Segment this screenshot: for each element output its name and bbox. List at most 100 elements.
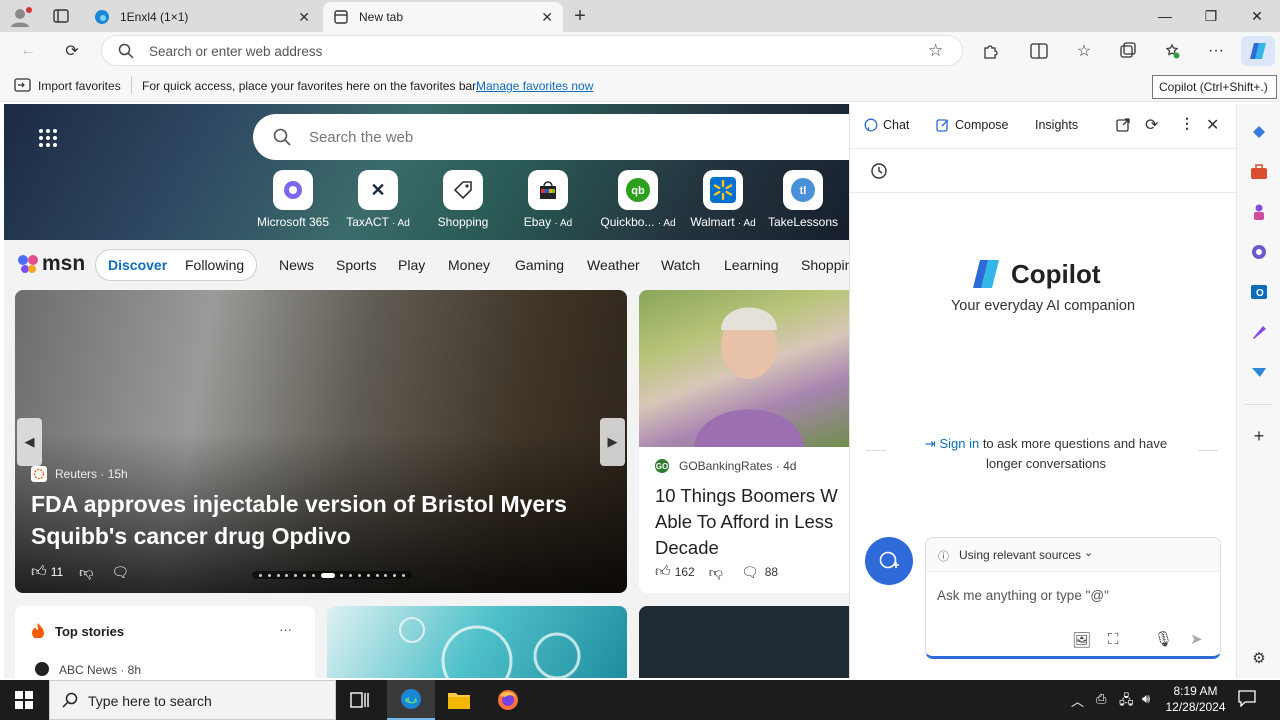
- taskbar-firefox-app[interactable]: [484, 680, 532, 720]
- msn-logo[interactable]: msn: [16, 252, 85, 276]
- designer-sidebar-icon[interactable]: [1249, 322, 1269, 342]
- quick-link-ebay[interactable]: Ebay · Ad: [508, 170, 588, 229]
- favorites-icon[interactable]: ☆: [1070, 37, 1098, 65]
- drop-sidebar-icon[interactable]: [1249, 362, 1269, 382]
- import-favorites-link[interactable]: Import favorites: [38, 79, 121, 93]
- refresh-icon[interactable]: ⟳: [58, 37, 86, 65]
- carousel-pager[interactable]: [252, 571, 412, 579]
- thumbs-down-icon[interactable]: 👎︎: [709, 564, 723, 581]
- refresh-icon[interactable]: ⟳: [1145, 115, 1158, 135]
- carousel-next-icon[interactable]: ▶: [600, 418, 625, 466]
- send-icon[interactable]: ➤: [1190, 630, 1203, 648]
- nav-gaming[interactable]: Gaming: [515, 257, 564, 273]
- quick-link-walmart[interactable]: Walmart · Ad: [678, 170, 768, 229]
- taskbar-file-explorer-app[interactable]: [435, 680, 483, 720]
- quick-link-takelessons[interactable]: tl TakeLessons: [763, 170, 843, 229]
- taskbar-edge-app[interactable]: [387, 680, 435, 720]
- tab-following[interactable]: Following: [185, 257, 244, 273]
- thumbs-down-icon[interactable]: 👎︎: [79, 564, 93, 581]
- minimize-icon[interactable]: —: [1142, 0, 1188, 32]
- close-pane-icon[interactable]: ✕: [1206, 115, 1219, 135]
- volume-icon[interactable]: 🔊︎: [1142, 691, 1150, 707]
- ad-badge: · Ad: [657, 218, 676, 229]
- more-options-icon[interactable]: ⋮: [1180, 115, 1194, 132]
- nav-shopping[interactable]: Shoppin: [801, 257, 849, 273]
- nav-watch[interactable]: Watch: [661, 257, 700, 273]
- top-stories-card: Top stories ··· ABC News · 8h: [15, 606, 315, 678]
- featured-carousel[interactable]: ◀ ▶ Reuters · 15h FDA approves injectabl…: [15, 290, 627, 593]
- network-icon[interactable]: 🖧︎: [1119, 691, 1134, 713]
- tab-actions-icon[interactable]: [50, 6, 72, 26]
- tab-insights[interactable]: Insights: [1035, 118, 1078, 132]
- more-menu-icon[interactable]: ···: [1202, 37, 1230, 65]
- restore-icon[interactable]: ❐: [1188, 0, 1234, 32]
- apps-grid-icon[interactable]: [38, 128, 58, 151]
- sign-in-link[interactable]: Sign in: [939, 436, 979, 451]
- history-icon[interactable]: [870, 162, 888, 183]
- video-tile[interactable]: [639, 606, 849, 678]
- manage-favorites-link[interactable]: Manage favorites now: [476, 79, 593, 93]
- microsoft365-sidebar-icon[interactable]: [1249, 242, 1269, 262]
- new-topic-button[interactable]: [865, 537, 913, 585]
- comment-icon[interactable]: 🗨︎: [111, 564, 129, 581]
- collections-icon[interactable]: [1114, 37, 1142, 65]
- quick-link-quickbooks[interactable]: qb Quickbo... · Ad: [593, 170, 683, 229]
- nav-weather[interactable]: Weather: [587, 257, 640, 273]
- new-tab-plus-icon[interactable]: +: [568, 5, 592, 27]
- quick-link-taxact[interactable]: ✕ TaxACT · Ad: [338, 170, 418, 229]
- copilot-brand: Copilot: [971, 258, 1101, 290]
- sources-bar[interactable]: ⓘ Using relevant sources ⌄: [926, 538, 1220, 572]
- close-tab-icon[interactable]: ✕: [298, 9, 310, 26]
- outlook-sidebar-icon[interactable]: O: [1249, 282, 1269, 302]
- profile-icon[interactable]: [8, 6, 34, 28]
- more-options-icon[interactable]: ···: [279, 622, 292, 637]
- open-in-new-icon[interactable]: [1116, 118, 1130, 135]
- thumbs-up-icon[interactable]: 👍︎: [31, 563, 47, 581]
- search-sidebar-icon[interactable]: [1249, 122, 1269, 142]
- close-tab-icon[interactable]: ✕: [541, 9, 553, 26]
- web-search-box[interactable]: Search the web: [253, 114, 849, 160]
- copilot-button[interactable]: [1241, 36, 1275, 66]
- address-bar[interactable]: Search or enter web address ☆: [101, 35, 963, 66]
- quick-link-microsoft365[interactable]: Microsoft 365: [253, 170, 333, 229]
- back-arrow-icon[interactable]: ←: [14, 37, 42, 65]
- notifications-icon[interactable]: [1238, 689, 1256, 710]
- tab-compose[interactable]: Compose: [936, 118, 1009, 132]
- nav-play[interactable]: Play: [398, 257, 425, 273]
- shopping-promo-tile[interactable]: [327, 606, 627, 678]
- comment-icon[interactable]: 🗨︎: [741, 564, 759, 581]
- tab-discover[interactable]: Discover: [108, 257, 167, 273]
- add-favorite-star-icon[interactable]: ☆: [928, 41, 943, 61]
- chat-input-placeholder[interactable]: Ask me anything or type "@": [937, 588, 1109, 603]
- screenshot-icon[interactable]: ⛶: [1108, 631, 1119, 648]
- close-window-icon[interactable]: ✕: [1234, 0, 1280, 32]
- device-icon[interactable]: ⎙: [1096, 691, 1106, 707]
- carousel-headline[interactable]: FDA approves injectable version of Brist…: [31, 488, 591, 552]
- nav-sports[interactable]: Sports: [336, 257, 376, 273]
- news-card[interactable]: GO GOBankingRates · 4d 10 Things Boomers…: [639, 290, 849, 593]
- taskbar-clock[interactable]: 8:19 AM 12/28/2024: [1163, 683, 1228, 715]
- nav-money[interactable]: Money: [448, 257, 490, 273]
- nav-news[interactable]: News: [279, 257, 314, 273]
- browser-essentials-icon[interactable]: [1158, 37, 1186, 65]
- games-sidebar-icon[interactable]: [1249, 202, 1269, 222]
- extensions-icon[interactable]: [977, 37, 1005, 65]
- split-screen-icon[interactable]: [1025, 37, 1053, 65]
- microphone-icon[interactable]: 🎙︎: [1154, 630, 1173, 648]
- tab-chat[interactable]: Chat: [864, 118, 909, 132]
- sidebar-settings-gear-icon[interactable]: ⚙: [1249, 648, 1269, 668]
- show-hidden-icons-chevron-icon[interactable]: ︿: [1071, 691, 1084, 710]
- start-button[interactable]: [0, 680, 48, 720]
- taskbar-search-box[interactable]: Type here to search: [49, 680, 336, 720]
- tab-new-tab[interactable]: New tab ✕: [323, 2, 563, 32]
- add-image-icon[interactable]: 🖼︎: [1072, 631, 1091, 649]
- carousel-prev-icon[interactable]: ◀: [17, 418, 42, 466]
- task-view-button[interactable]: [336, 680, 384, 720]
- quick-link-shopping[interactable]: Shopping: [423, 170, 503, 229]
- nav-learning[interactable]: Learning: [724, 257, 779, 273]
- tools-sidebar-icon[interactable]: [1249, 162, 1269, 182]
- thumbs-up-icon[interactable]: 👍︎: [655, 563, 671, 581]
- add-sidebar-app-icon[interactable]: +: [1249, 426, 1269, 446]
- news-card-headline[interactable]: 10 Things Boomers W Able To Afford in Le…: [655, 483, 849, 561]
- tab-1enxl4[interactable]: 1Enxl4 (1×1) ✕: [84, 2, 320, 32]
